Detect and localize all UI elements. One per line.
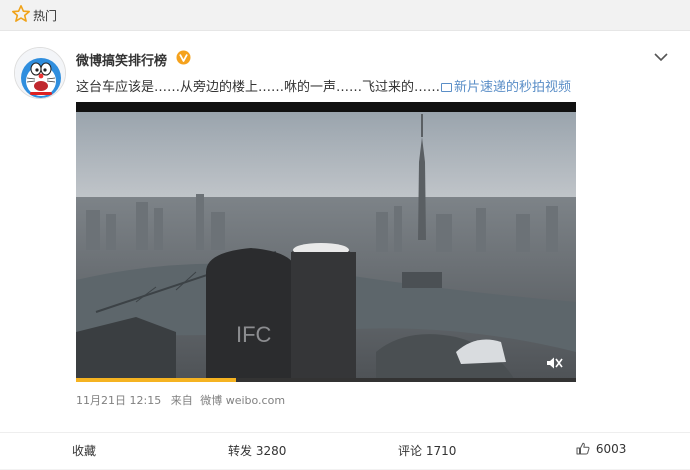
video-link-label: 新片速递的秒拍视频 [454, 80, 572, 95]
repost-count: 3280 [255, 444, 287, 458]
top-bar: 热门 [0, 0, 690, 30]
thumbs-up-icon [576, 442, 590, 455]
comment-button[interactable]: 评论 1710 [398, 442, 456, 459]
volume-muted-icon[interactable] [546, 356, 564, 370]
video-link[interactable]: 新片速递的秒拍视频 [440, 80, 571, 95]
building-label: IFC [236, 322, 272, 347]
star-outline-icon [12, 5, 30, 22]
post-meta: 11月21日 12:15 来自 微博 weibo.com [76, 392, 285, 408]
like-count: 6003 [595, 442, 627, 456]
favorite-label: 收藏 [72, 444, 97, 458]
repost-button[interactable]: 转发 3280 [228, 442, 286, 459]
repost-label: 转发 [228, 444, 253, 458]
video-link-icon [441, 83, 453, 92]
like-button[interactable]: 6003 [576, 442, 626, 456]
video-progress-bar[interactable] [76, 378, 576, 382]
post-text: 这台车应该是……从旁边的楼上……咻的一声……飞过来的…… 新片速递的秒拍视频 [76, 76, 571, 95]
weibo-post-card: 微博搞笑排行榜 这台车应该是……从旁边的楼上……咻的一声……飞过来的…… 新片速递… [0, 30, 690, 469]
username[interactable]: 微博搞笑排行榜 [76, 50, 167, 69]
post-source[interactable]: 微博 weibo.com [200, 394, 285, 407]
video-frame: IFC [76, 102, 576, 382]
favorite-button[interactable]: 收藏 [72, 442, 96, 459]
avatar[interactable] [14, 47, 66, 99]
post-timestamp[interactable]: 11月21日 12:15 [76, 394, 161, 407]
video-player[interactable]: IFC [76, 102, 576, 382]
source-prefix: 来自 [170, 394, 193, 407]
comment-count: 1710 [425, 444, 457, 458]
comment-label: 评论 [398, 444, 423, 458]
chevron-down-icon[interactable] [653, 51, 669, 63]
action-bar: 收藏 转发 3280 评论 1710 6003 [0, 432, 690, 470]
video-progress-fill [76, 378, 236, 382]
section-title: 热门 [33, 9, 58, 23]
post-body: 这台车应该是……从旁边的楼上……咻的一声……飞过来的…… [76, 80, 441, 95]
verified-badge-icon [176, 50, 191, 65]
